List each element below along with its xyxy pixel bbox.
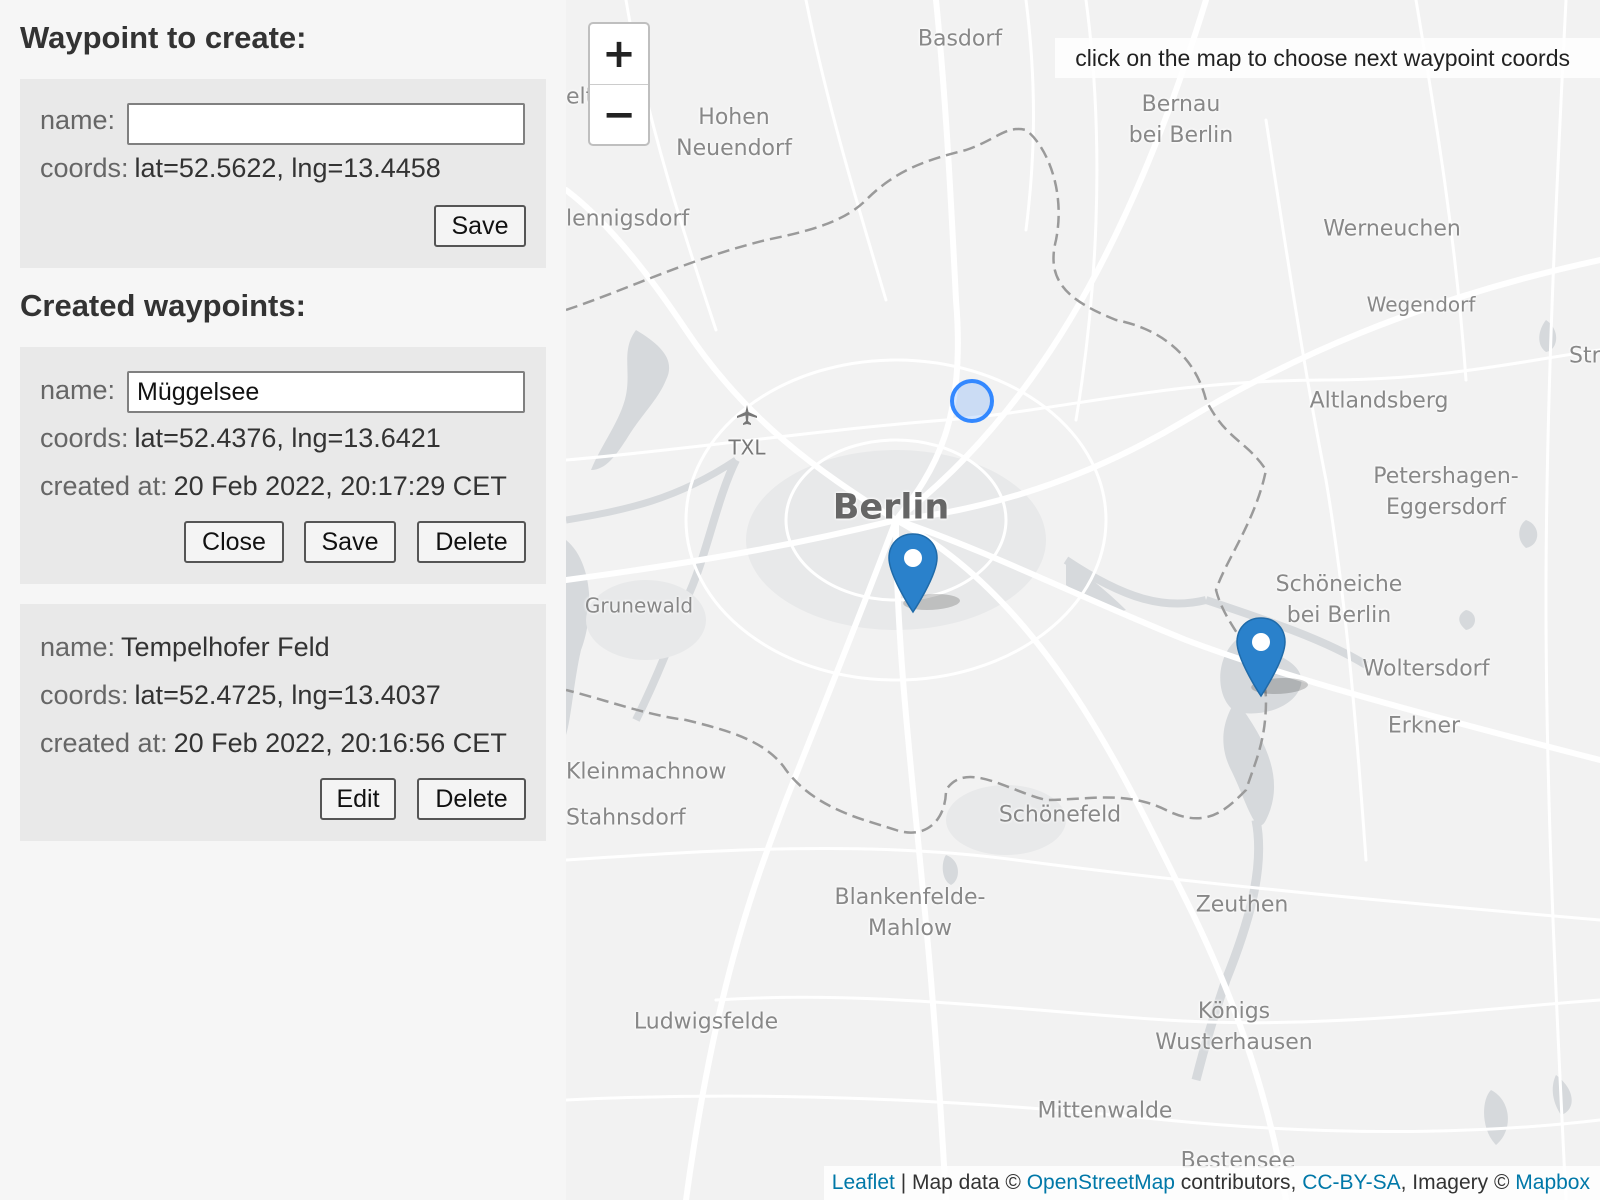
place-label-woltersdorf: Woltersdorf: [1362, 656, 1490, 682]
waypoint-marker-tempelhofer[interactable]: [888, 532, 960, 614]
place-label-hohen-neuendorf: Hohen Neuendorf: [676, 105, 792, 161]
place-label-mittenwalde: Mittenwalde: [1037, 1098, 1173, 1124]
create-name-input[interactable]: [127, 103, 525, 145]
map-hint: click on the map to choose next waypoint…: [1055, 38, 1600, 78]
create-name-row: name:: [40, 105, 115, 136]
map-attribution: Leaflet | Map data © OpenStreetMap contr…: [823, 1166, 1600, 1200]
coords-label: coords:: [40, 423, 129, 453]
waypoint-name-row: name: Tempelhofer Feld: [40, 632, 330, 663]
place-label-grunewald: Grunewald: [584, 593, 694, 618]
close-button[interactable]: Close: [184, 521, 284, 563]
waypoint-panel: Waypoint to create: name: coords: lat=52.…: [0, 0, 566, 1200]
waypoint-coords-value: lat=52.4725, lng=13.4037: [134, 680, 441, 710]
delete-button[interactable]: Delete: [417, 778, 526, 820]
leaflet-link[interactable]: Leaflet: [832, 1171, 895, 1194]
place-label-hennigsdorf: lennigsdorf: [566, 206, 690, 232]
waypoint-name-row: name:: [40, 375, 115, 406]
waypoint-created-value: 20 Feb 2022, 20:17:29 CET: [173, 471, 507, 501]
waypoint-coords-row: coords: lat=52.4376, lng=13.6421: [40, 423, 441, 454]
waypoint-created-value: 20 Feb 2022, 20:16:56 CET: [173, 728, 507, 758]
waypoint-coords-row: coords: lat=52.4725, lng=13.4037: [40, 680, 441, 711]
waypoint-name-value: Tempelhofer Feld: [121, 632, 330, 662]
attribution-text: contributors,: [1174, 1171, 1303, 1194]
place-label-ludwigsfelde: Ludwigsfelde: [633, 1009, 779, 1035]
place-label-zeuthen: Zeuthen: [1195, 892, 1289, 918]
waypoint-name-input[interactable]: [127, 371, 525, 413]
create-save-button[interactable]: Save: [434, 205, 526, 247]
place-label-altlandsberg: Altlandsberg: [1309, 388, 1449, 414]
waypoint-card-tempelhofer: name: Tempelhofer Feld coords: lat=52.4725…: [20, 604, 546, 841]
save-button[interactable]: Save: [304, 521, 396, 563]
attribution-text: , Imagery ©: [1400, 1171, 1516, 1194]
airport-icon: [736, 404, 758, 426]
place-label-stahnsdorf: Stahnsdorf: [566, 805, 686, 831]
waypoint-created-row: created at: 20 Feb 2022, 20:17:29 CET: [40, 471, 507, 502]
edit-button[interactable]: Edit: [320, 778, 396, 820]
place-label-kleinmachnow: Kleinmachnow: [566, 759, 727, 785]
created-at-label: created at:: [40, 728, 168, 758]
zoom-in-button[interactable]: +: [590, 24, 648, 84]
place-label-blankenfelde: Blankenfelde- Mahlow: [834, 885, 986, 941]
place-label-petershagen: Petershagen- Eggersdorf: [1373, 464, 1519, 520]
create-card: name: coords: lat=52.5622, lng=13.4458 Sa…: [20, 79, 546, 268]
created-heading: Created waypoints:: [20, 288, 306, 323]
create-heading: Waypoint to create:: [20, 20, 307, 55]
zoom-control: + −: [588, 22, 650, 146]
place-label-basdorf: Basdorf: [917, 26, 1003, 52]
attribution-text: | Map data ©: [894, 1171, 1027, 1194]
waypoint-created-row: created at: 20 Feb 2022, 20:16:56 CET: [40, 728, 507, 759]
airport-label: TXL: [728, 435, 766, 460]
place-label-werneuchen: Werneuchen: [1323, 216, 1461, 242]
waypoint-marker-muggelsee[interactable]: [1236, 616, 1308, 698]
place-label-berlin: Berlin: [832, 487, 950, 528]
create-coords-row: coords: lat=52.5622, lng=13.4458: [40, 153, 441, 184]
create-coords-value: lat=52.5622, lng=13.4458: [134, 153, 441, 183]
place-label-koenigs-wusterhausen: Königs Wusterhausen: [1155, 999, 1313, 1055]
zoom-out-button[interactable]: −: [590, 84, 648, 144]
waypoint-coords-value: lat=52.4376, lng=13.6421: [134, 423, 441, 453]
selected-point-circle: [949, 378, 995, 424]
name-label: name:: [40, 105, 116, 135]
created-at-label: created at:: [40, 471, 168, 501]
place-label-strau: Strau: [1569, 343, 1600, 369]
place-label-bernau: Bernau bei Berlin: [1128, 92, 1234, 148]
delete-button[interactable]: Delete: [417, 521, 526, 563]
coords-label: coords:: [40, 153, 129, 183]
place-label-wegendorf: Wegendorf: [1366, 292, 1476, 317]
map[interactable]: Berlin Basdorf Hohen Neuendorf Bernau be…: [566, 0, 1600, 1200]
osm-link[interactable]: OpenStreetMap: [1027, 1171, 1175, 1194]
coords-label: coords:: [40, 680, 129, 710]
name-label: name:: [40, 375, 116, 405]
place-label-schoenefeld: Schönefeld: [998, 802, 1122, 828]
place-label-erkner: Erkner: [1387, 713, 1461, 739]
name-label: name:: [40, 632, 116, 662]
license-link[interactable]: CC-BY-SA: [1302, 1171, 1400, 1194]
waypoint-card-muggelsee: name: coords:lat=52.4376, lng=13.6421 cr…: [20, 347, 546, 584]
mapbox-link[interactable]: Mapbox: [1515, 1171, 1590, 1194]
land-areas: [586, 450, 1066, 855]
